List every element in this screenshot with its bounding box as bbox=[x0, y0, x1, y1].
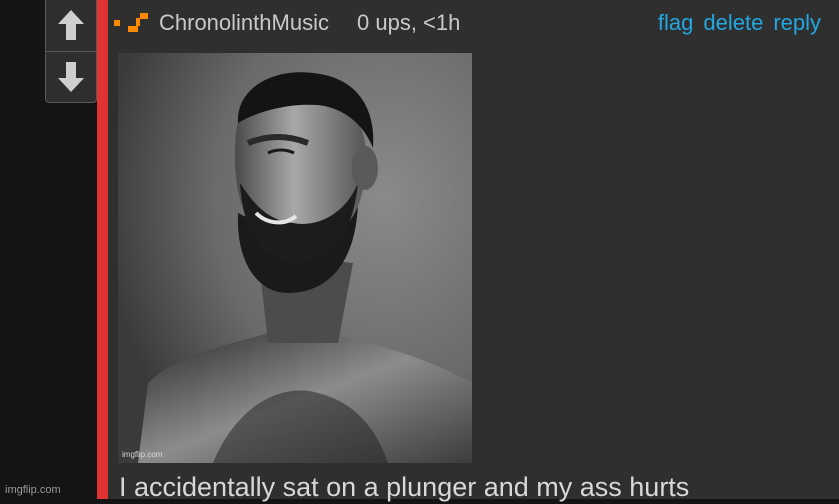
comment: ChronolinthMusic 0 ups, <1h flag delete … bbox=[108, 0, 839, 502]
site-watermark: imgflip.com bbox=[5, 484, 61, 496]
comment-indent-bar bbox=[97, 0, 108, 499]
meme-image[interactable]: imgflip.com bbox=[118, 53, 472, 463]
delete-link[interactable]: delete bbox=[703, 10, 763, 36]
upvote-button[interactable] bbox=[46, 0, 96, 50]
comment-meta: 0 ups, <1h bbox=[357, 10, 461, 35]
arrow-down-icon bbox=[58, 62, 84, 92]
comment-header: ChronolinthMusic 0 ups, <1h flag delete … bbox=[108, 0, 839, 46]
downvote-button[interactable] bbox=[46, 51, 96, 102]
flag-link[interactable]: flag bbox=[658, 10, 693, 36]
vote-box bbox=[45, 0, 97, 103]
image-watermark: imgflip.com bbox=[122, 450, 163, 459]
comment-actions: flag delete reply bbox=[658, 10, 821, 36]
arrow-up-icon bbox=[58, 10, 84, 40]
reply-link[interactable]: reply bbox=[773, 10, 821, 36]
username-link[interactable]: ChronolinthMusic bbox=[159, 10, 329, 36]
meme-photo bbox=[118, 53, 472, 463]
user-flair-icon bbox=[114, 13, 148, 32]
